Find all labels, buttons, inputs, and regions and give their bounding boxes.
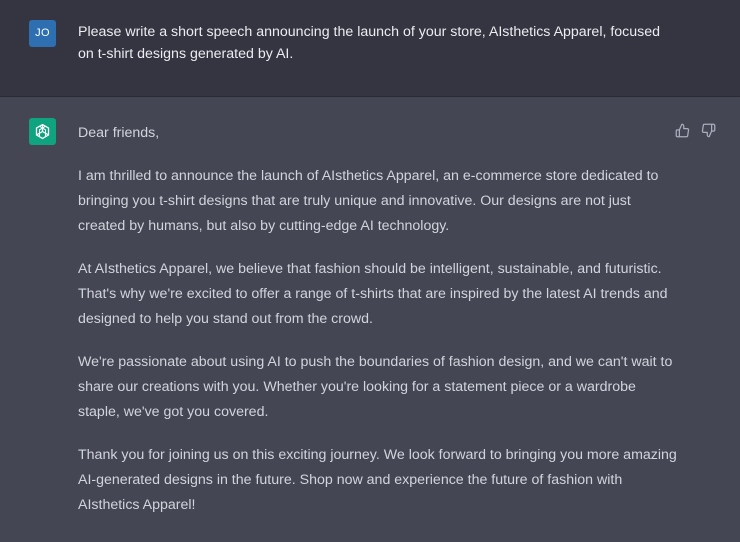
openai-logo-icon <box>29 118 56 145</box>
user-message-row: JO Please write a short speech announcin… <box>0 0 740 97</box>
user-message-text: Please write a short speech announcing t… <box>78 24 661 62</box>
user-avatar: JO <box>29 20 56 47</box>
message-paragraph: I am thrilled to announce the launch of … <box>78 168 659 234</box>
message-paragraph: We're passionate about using AI to push … <box>78 354 673 420</box>
thumbs-up-button[interactable] <box>673 121 691 139</box>
assistant-message-text: Dear friends, I am thrilled to announce … <box>78 121 678 536</box>
assistant-message-row: Dear friends, I am thrilled to announce … <box>0 97 740 542</box>
message-paragraph: Dear friends, <box>78 125 160 141</box>
thumbs-down-icon <box>701 123 715 137</box>
thumbs-up-icon <box>675 123 689 137</box>
message-paragraph: At AIsthetics Apparel, we believe that f… <box>78 261 668 327</box>
message-paragraph: Thank you for joining us on this excitin… <box>78 447 677 513</box>
thumbs-down-button[interactable] <box>699 121 717 139</box>
